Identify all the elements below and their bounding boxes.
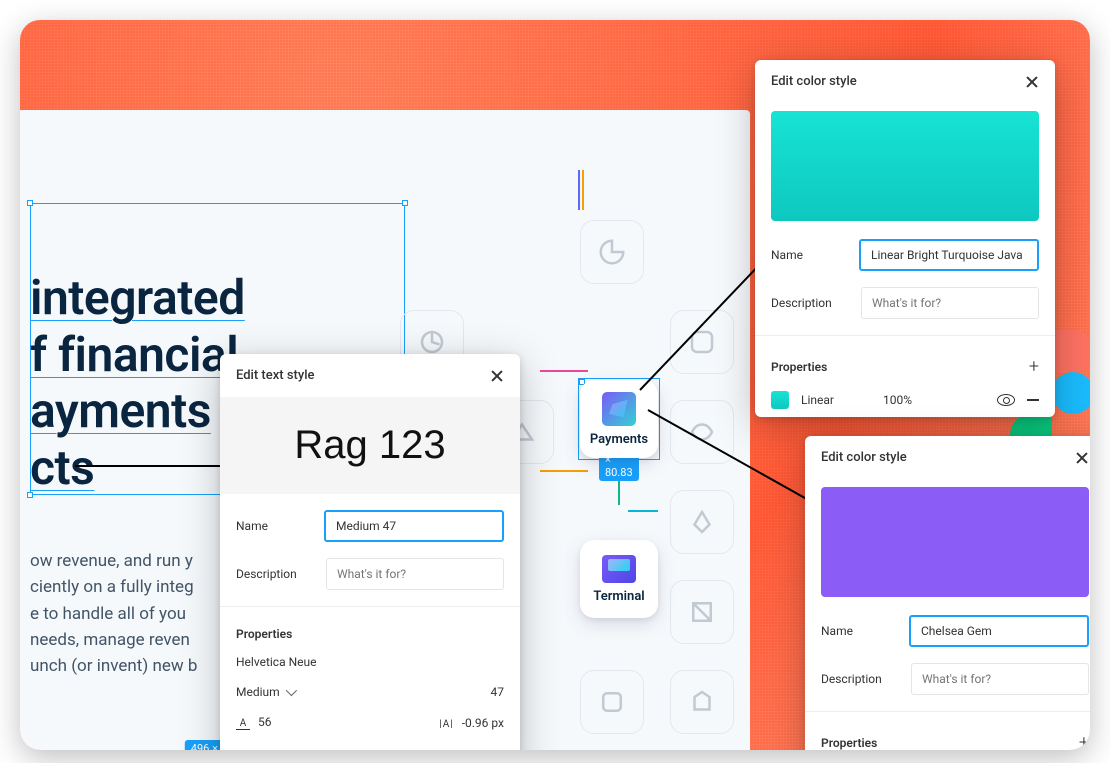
- close-icon[interactable]: [1075, 451, 1089, 465]
- letter-spacing-field[interactable]: -0.96 px: [439, 716, 504, 730]
- properties-label: Properties: [821, 736, 877, 750]
- font-weight-select[interactable]: Medium: [236, 685, 294, 699]
- color-preview[interactable]: [821, 487, 1089, 597]
- alignment-guide: [540, 470, 588, 472]
- alignment-guide: [628, 510, 658, 512]
- edit-color-style-panel-top[interactable]: Edit color style Name Description Proper…: [755, 60, 1055, 417]
- name-label: Name: [821, 624, 897, 638]
- component-tile[interactable]: [670, 670, 734, 734]
- description-label: Description: [771, 296, 849, 310]
- terminal-card[interactable]: Terminal: [580, 540, 658, 618]
- remove-fill-icon[interactable]: [1027, 399, 1039, 401]
- name-input[interactable]: [324, 510, 504, 542]
- name-input[interactable]: [859, 239, 1039, 271]
- add-property-icon[interactable]: +: [1029, 356, 1039, 377]
- payments-label: Payments: [590, 432, 648, 447]
- panel-title: Edit color style: [771, 74, 857, 89]
- name-input[interactable]: [909, 615, 1089, 647]
- design-canvas-frame: 496 × 484 integrated f financial ayments…: [20, 20, 1090, 750]
- component-tile[interactable]: [670, 490, 734, 554]
- close-icon[interactable]: [1025, 75, 1039, 89]
- add-property-icon[interactable]: +: [1079, 732, 1089, 750]
- payments-icon: [602, 392, 636, 426]
- alignment-guide: [578, 170, 580, 210]
- panel-title: Edit text style: [236, 368, 314, 383]
- description-input[interactable]: [326, 558, 504, 590]
- edit-text-style-panel[interactable]: Edit text style Rag 123 Name Description…: [220, 354, 520, 750]
- headline-line: cts: [30, 439, 94, 496]
- line-height-field[interactable]: 56: [236, 715, 272, 730]
- headline-text[interactable]: integrated f financial ayments cts: [30, 270, 245, 497]
- font-family-value[interactable]: Helvetica Neue: [236, 655, 316, 669]
- description-input[interactable]: [861, 287, 1039, 319]
- properties-label: Properties: [236, 627, 292, 641]
- resize-handle[interactable]: [27, 200, 33, 206]
- name-label: Name: [771, 248, 847, 262]
- description-label: Description: [821, 672, 899, 686]
- terminal-icon: [602, 555, 636, 583]
- font-size-value[interactable]: 47: [491, 685, 505, 699]
- component-tile[interactable]: [670, 580, 734, 644]
- payments-card[interactable]: Payments: [580, 380, 658, 458]
- alignment-guide: [582, 170, 584, 210]
- headline-line: f financia: [30, 326, 226, 383]
- fill-type[interactable]: Linear: [801, 393, 871, 407]
- chevron-down-icon: [285, 685, 296, 696]
- terminal-label: Terminal: [593, 589, 644, 604]
- component-tile[interactable]: [670, 400, 734, 464]
- properties-label: Properties: [771, 360, 827, 374]
- opacity-value[interactable]: 100%: [883, 393, 985, 407]
- description-label: Description: [236, 567, 314, 581]
- fill-swatch[interactable]: [771, 391, 789, 409]
- headline-line: ayments: [30, 382, 211, 439]
- headline-line: integrated: [30, 269, 245, 326]
- close-icon[interactable]: [490, 369, 504, 383]
- resize-handle[interactable]: [402, 200, 408, 206]
- name-label: Name: [236, 519, 312, 533]
- component-tile[interactable]: [670, 310, 734, 374]
- panel-title: Edit color style: [821, 450, 907, 465]
- color-preview[interactable]: [771, 111, 1039, 221]
- line-height-icon: [236, 718, 250, 730]
- description-input[interactable]: [911, 663, 1089, 695]
- component-tile[interactable]: [580, 220, 644, 284]
- visibility-icon[interactable]: [997, 394, 1015, 406]
- text-preview: Rag 123: [220, 397, 520, 494]
- component-tile[interactable]: [580, 670, 644, 734]
- alignment-guide: [540, 370, 588, 372]
- edit-color-style-panel-bottom[interactable]: Edit color style Name Description Proper…: [805, 436, 1090, 750]
- letter-spacing-icon: [439, 719, 453, 730]
